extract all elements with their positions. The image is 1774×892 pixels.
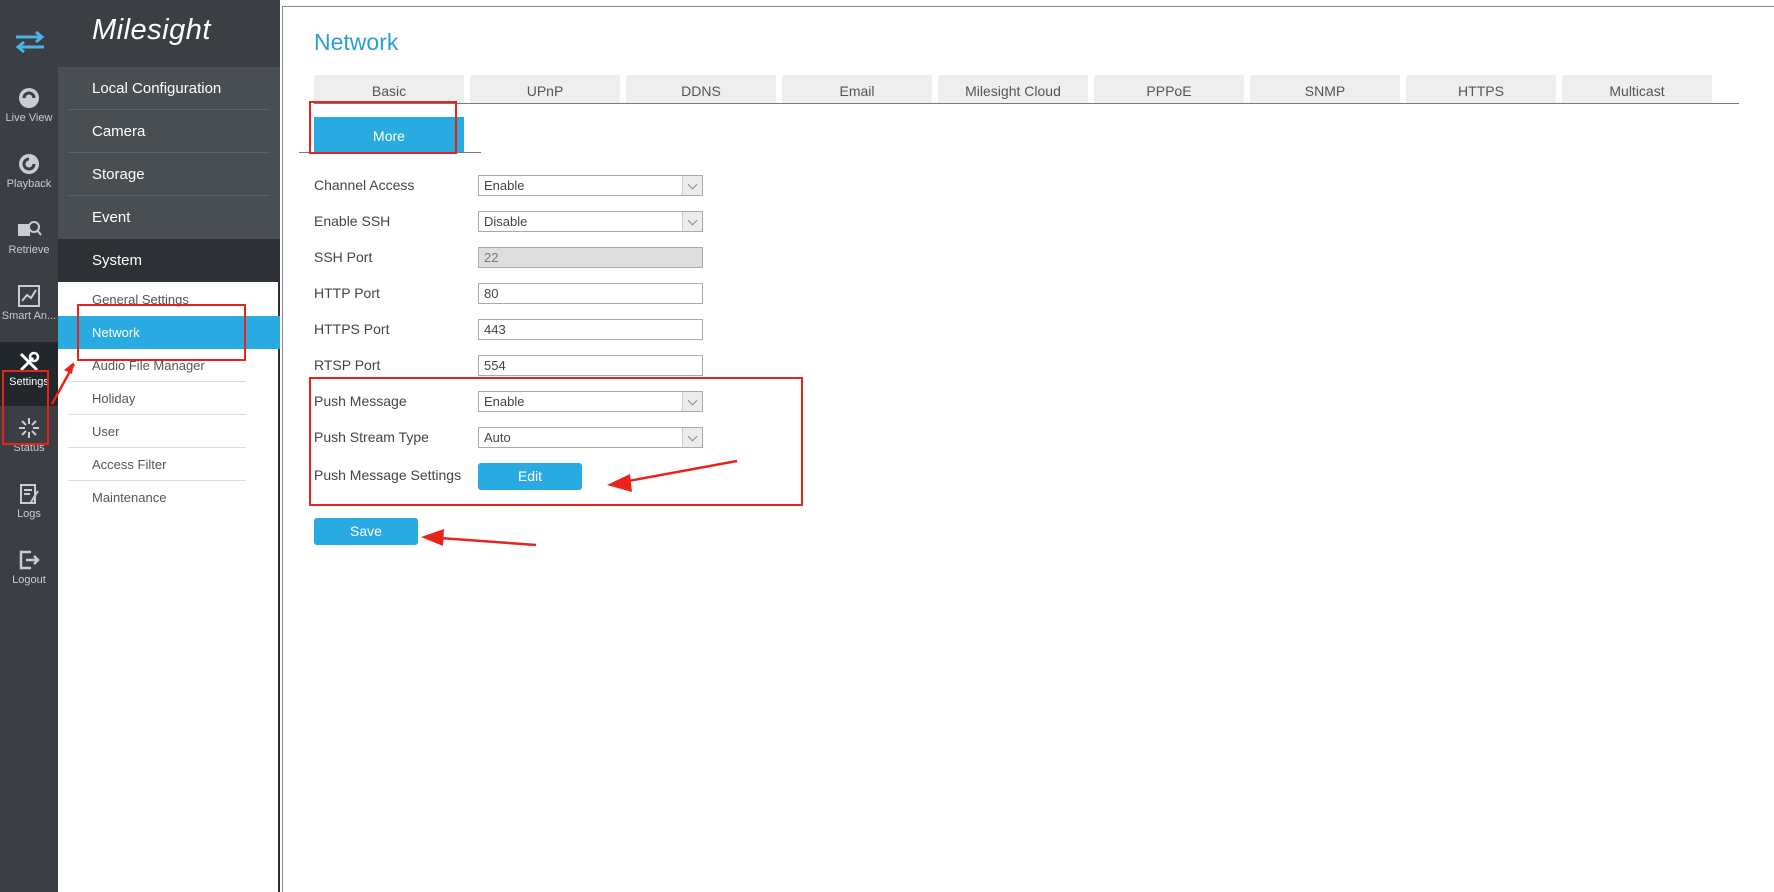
logs-icon (20, 484, 39, 504)
retrieve-icon (18, 221, 42, 236)
chevron-down-icon (682, 392, 702, 411)
tabs-divider (314, 103, 1739, 104)
rail-item-label: Status (13, 442, 45, 454)
milesight-logo: Milesight (92, 14, 211, 46)
tab-multicast[interactable]: Multicast (1562, 75, 1712, 103)
rail-item-logs[interactable]: Logs (0, 474, 58, 538)
ssh-port-field: 22 (478, 247, 703, 268)
settings-icon (19, 351, 40, 372)
menu-toggle-icon[interactable] (14, 30, 46, 54)
tab-milesight-cloud[interactable]: Milesight Cloud (938, 75, 1088, 103)
icon-rail: Live View Playback Retrieve Smart An... … (0, 0, 58, 892)
menu-category-event[interactable]: Event (58, 196, 280, 239)
menu-category-camera[interactable]: Camera (58, 110, 280, 153)
channel-access-label: Channel Access (314, 177, 415, 193)
rail-item-logout[interactable]: Logout (0, 540, 58, 604)
playback-icon (19, 154, 39, 174)
rail-item-label: Playback (6, 178, 52, 190)
push-stream-type-value: Auto (484, 430, 511, 445)
rail-item-label: Settings (9, 376, 49, 388)
menu-item-audio-file-manager[interactable]: Audio File Manager (58, 349, 280, 382)
tab-snmp[interactable]: SNMP (1250, 75, 1400, 103)
http-port-label: HTTP Port (314, 285, 380, 301)
menu-item-label: User (92, 424, 120, 439)
rail-item-settings[interactable]: Settings (0, 342, 58, 406)
tab-pppoe[interactable]: PPPoE (1094, 75, 1244, 103)
menu-item-user[interactable]: User (58, 415, 280, 448)
push-stream-type-select[interactable]: Auto (478, 427, 703, 448)
tab-more-divider (299, 152, 481, 153)
push-message-label: Push Message (314, 393, 407, 409)
menu-item-label: General Settings (92, 292, 189, 307)
rtsp-port-field[interactable]: 554 (478, 355, 703, 376)
menu-item-label: Network (92, 325, 140, 340)
menu-category-system[interactable]: System (58, 239, 280, 282)
enable-ssh-select[interactable]: Disable (478, 211, 703, 232)
https-port-label: HTTPS Port (314, 321, 390, 337)
push-message-value: Enable (484, 394, 525, 409)
tab-basic[interactable]: Basic (314, 75, 464, 103)
edit-push-message-button[interactable]: Edit (478, 463, 582, 490)
tab-ddns[interactable]: DDNS (626, 75, 776, 103)
chevron-down-icon (682, 212, 702, 231)
settings-menu: Milesight Local Configuration Camera Sto… (58, 0, 280, 892)
rtsp-port-label: RTSP Port (314, 357, 381, 373)
rail-item-label: Logs (17, 508, 41, 520)
tab-email[interactable]: Email (782, 75, 932, 103)
tab-upnp[interactable]: UPnP (470, 75, 620, 103)
enable-ssh-value: Disable (484, 214, 528, 229)
rail-item-smart-analysis[interactable]: Smart An... (0, 276, 58, 340)
live-view-icon (19, 88, 39, 108)
channel-access-select[interactable]: Enable (478, 175, 703, 196)
save-button[interactable]: Save (314, 518, 418, 545)
menu-item-label: Audio File Manager (92, 358, 205, 373)
ssh-port-label: SSH Port (314, 249, 373, 265)
push-message-select[interactable]: Enable (478, 391, 703, 412)
chevron-down-icon (682, 428, 702, 447)
menu-item-label: Access Filter (92, 457, 167, 472)
logout-icon (19, 550, 40, 570)
menu-header: Milesight (58, 0, 280, 67)
menu-item-label: Holiday (92, 391, 136, 406)
rail-item-label: Retrieve (8, 244, 50, 256)
rail-item-label: Smart An... (1, 310, 57, 322)
menu-item-maintenance[interactable]: Maintenance (58, 481, 280, 514)
menu-item-general-settings[interactable]: General Settings (58, 283, 280, 316)
status-icon (19, 418, 39, 438)
main-content: Network Basic UPnP DDNS Email Milesight … (282, 6, 1774, 892)
rail-item-label: Live View (5, 112, 53, 124)
menu-item-label: Maintenance (92, 490, 167, 505)
menu-category-storage[interactable]: Storage (58, 153, 280, 196)
smart-analysis-icon (18, 285, 40, 307)
chevron-down-icon (682, 176, 702, 195)
page-title: Network (314, 29, 399, 55)
rail-item-retrieve[interactable]: Retrieve (0, 210, 58, 274)
https-port-field[interactable]: 443 (478, 319, 703, 340)
enable-ssh-label: Enable SSH (314, 213, 391, 229)
menu-category-local-configuration[interactable]: Local Configuration (58, 67, 280, 110)
menu-item-network[interactable]: Network (58, 316, 280, 349)
push-message-settings-label: Push Message Settings (314, 467, 462, 483)
menu-item-holiday[interactable]: Holiday (58, 382, 280, 415)
http-port-field[interactable]: 80 (478, 283, 703, 304)
tab-https[interactable]: HTTPS (1406, 75, 1556, 103)
rail-item-label: Logout (12, 574, 46, 586)
rail-item-live-view[interactable]: Live View (0, 78, 58, 142)
menu-item-access-filter[interactable]: Access Filter (58, 448, 280, 481)
tab-more[interactable]: More (314, 117, 464, 153)
channel-access-value: Enable (484, 178, 525, 193)
rail-item-status[interactable]: Status (0, 408, 58, 472)
push-stream-type-label: Push Stream Type (314, 429, 429, 445)
rail-item-playback[interactable]: Playback (0, 144, 58, 208)
